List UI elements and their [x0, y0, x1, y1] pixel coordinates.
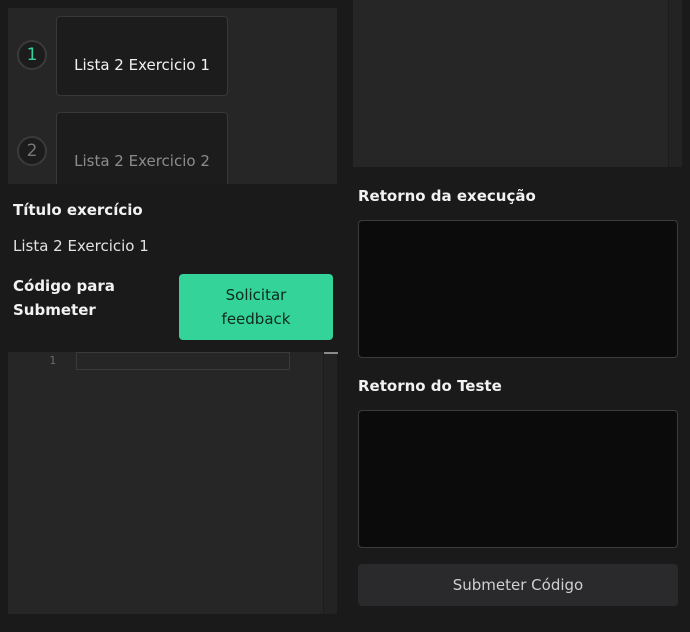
line-number: 1 — [49, 354, 56, 367]
editor-scrollbar-thumb[interactable] — [324, 352, 338, 354]
execution-output-label: Retorno da execução — [358, 187, 536, 205]
exercise-title-value: Lista 2 Exercicio 1 — [13, 237, 149, 255]
request-feedback-label: Solicitar feedback — [222, 283, 291, 331]
exercise-item[interactable]: 1 Lista 2 Exercicio 1 — [8, 8, 337, 96]
preview-scrollbar[interactable] — [668, 0, 682, 167]
code-label-line1: Código para — [13, 277, 115, 295]
test-output-box — [358, 410, 678, 548]
exercise-number-badge: 2 — [17, 136, 47, 166]
request-feedback-label-line1: Solicitar — [225, 286, 287, 304]
exercise-card[interactable]: Lista 2 Exercicio 2 — [56, 112, 228, 184]
exercise-item[interactable]: 2 Lista 2 Exercicio 2 — [8, 104, 337, 184]
request-feedback-button[interactable]: Solicitar feedback — [179, 274, 333, 340]
current-line-highlight — [76, 352, 290, 370]
preview-panel — [353, 0, 682, 167]
exercise-title-label: Título exercício — [13, 201, 143, 219]
submit-code-button[interactable]: Submeter Código — [358, 564, 678, 606]
code-label-line2: Submeter — [13, 301, 96, 319]
request-feedback-label-line2: feedback — [221, 310, 291, 328]
exercise-card[interactable]: Lista 2 Exercicio 1 — [56, 16, 228, 96]
test-output-label: Retorno do Teste — [358, 377, 502, 395]
code-editor[interactable]: 1 — [8, 352, 338, 614]
editor-scrollbar[interactable] — [323, 352, 338, 614]
exercise-number-badge: 1 — [17, 40, 47, 70]
app-root: 1 Lista 2 Exercicio 1 2 Lista 2 Exercici… — [0, 0, 690, 632]
exercise-list: 1 Lista 2 Exercicio 1 2 Lista 2 Exercici… — [8, 8, 337, 184]
execution-output-box — [358, 220, 678, 358]
